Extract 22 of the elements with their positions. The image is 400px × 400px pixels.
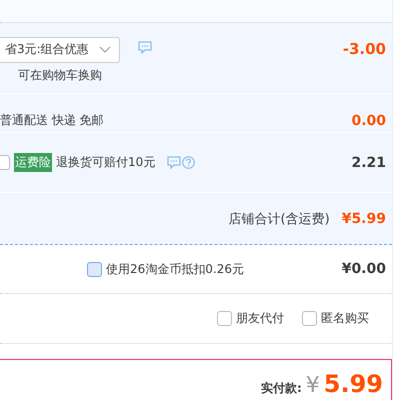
insurance-badge: 运费险 <box>14 153 52 172</box>
currency-symbol: ¥ <box>306 373 320 398</box>
chevron-down-icon <box>99 46 111 53</box>
store-total-amount: ¥5.99 <box>342 210 386 226</box>
checkbox[interactable] <box>87 262 102 276</box>
option-checkbox[interactable]: 朋友代付 <box>217 310 284 327</box>
chat-icon[interactable] <box>167 156 182 169</box>
shipping-method: 普通配送 快递 免邮 <box>0 112 104 129</box>
promo-note: 可在购物车换购 <box>18 66 102 84</box>
payment-amount: 5.99 <box>324 370 383 398</box>
promo-select[interactable]: 省3元:组合优惠 <box>0 36 120 62</box>
shipping-amount: 0.00 <box>351 113 386 129</box>
coin-deduction-amount: ¥0.00 <box>342 261 386 277</box>
coin-deduction-label: 使用26淘金币抵扣0.26元 <box>106 260 244 278</box>
option-checkbox[interactable]: 匿名购买 <box>302 310 369 327</box>
insurance-label: 退换货可赔付10元 <box>56 154 156 171</box>
payment-label: 实付款: <box>260 380 302 397</box>
help-icon[interactable] <box>182 156 196 169</box>
store-total-label: 店铺合计(含运费) <box>228 210 330 228</box>
chat-icon[interactable] <box>138 40 152 54</box>
insurance-amount: 2.21 <box>351 154 386 170</box>
discount-amount: -3.00 <box>342 40 386 58</box>
